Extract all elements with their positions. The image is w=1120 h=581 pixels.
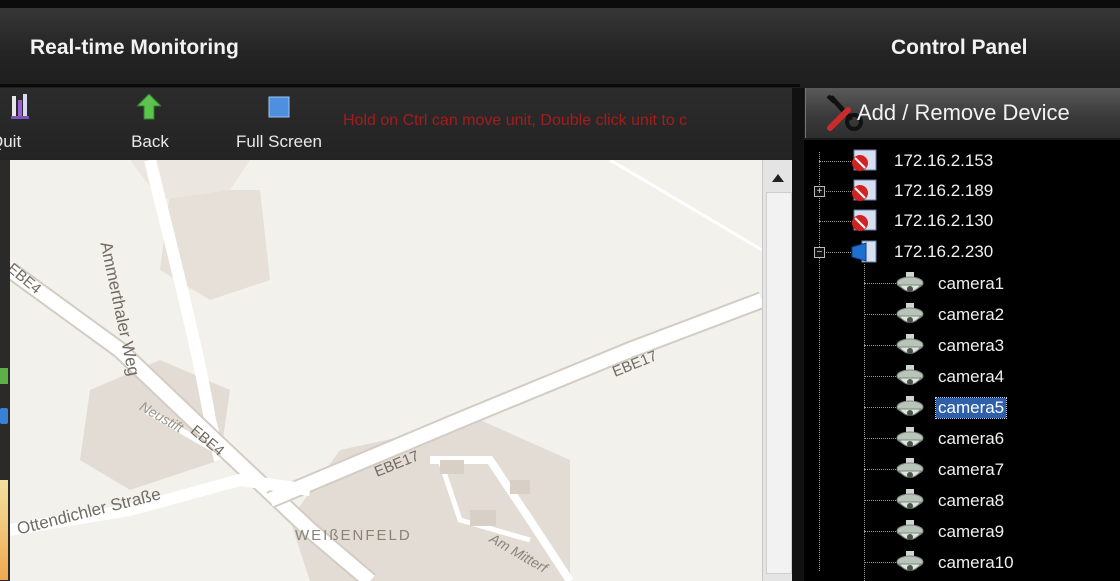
camera-node-camera8[interactable]: camera8 xyxy=(892,488,1112,514)
camera-node-camera2[interactable]: camera2 xyxy=(892,302,1112,328)
scroll-up-arrow-icon[interactable] xyxy=(772,174,784,182)
camera-label: camera3 xyxy=(938,336,1005,355)
device-online-icon xyxy=(851,240,877,263)
device-node-172-16-2-230[interactable]: 172.16.2.230 xyxy=(848,239,1108,265)
dome-camera-icon xyxy=(896,396,924,416)
camera-label: camera8 xyxy=(938,491,1005,510)
camera-node-camera10[interactable]: camera10 xyxy=(892,550,1112,576)
add-remove-device-button[interactable]: Add / Remove Device xyxy=(805,88,1120,138)
device-node-172-16-2-153[interactable]: 172.16.2.153 xyxy=(848,148,1108,174)
camera-label: camera5 xyxy=(934,397,1008,419)
device-ip-label: 172.16.2.153 xyxy=(894,151,994,170)
dome-camera-icon xyxy=(896,427,924,447)
camera-node-camera7[interactable]: camera7 xyxy=(892,457,1112,483)
device-node-172-16-2-189[interactable]: 172.16.2.189 xyxy=(848,178,1108,204)
camera-label: camera4 xyxy=(938,367,1005,386)
dome-camera-icon xyxy=(896,272,924,292)
device-offline-icon xyxy=(852,179,877,201)
camera-node-camera9[interactable]: camera9 xyxy=(892,519,1112,545)
dome-camera-icon xyxy=(896,334,924,354)
camera-node-camera4[interactable]: camera4 xyxy=(892,364,1112,390)
camera-node-camera3[interactable]: camera3 xyxy=(892,333,1112,359)
map-vertical-scrollbar[interactable] xyxy=(762,160,793,581)
panel-divider xyxy=(792,88,804,581)
dome-camera-icon xyxy=(896,551,924,571)
device-ip-label: 172.16.2.189 xyxy=(894,181,994,200)
camera-label: camera6 xyxy=(938,429,1005,448)
camera-label: camera10 xyxy=(938,553,1014,572)
device-ip-label: 172.16.2.130 xyxy=(894,211,994,230)
full-screen-label: Full Screen xyxy=(236,132,322,151)
hint-text: Hold on Ctrl can move unit, Double click… xyxy=(343,112,688,129)
camera-node-camera5[interactable]: camera5 xyxy=(892,395,1112,421)
camera-node-camera1[interactable]: camera1 xyxy=(892,271,1112,297)
full-screen-icon xyxy=(268,96,290,118)
map-left-strip xyxy=(0,160,10,581)
camera-label: camera1 xyxy=(938,274,1005,293)
quit-icon xyxy=(11,94,29,119)
camera-node-camera6[interactable]: camera6 xyxy=(892,426,1112,452)
map-label-weissenfeld: WEIßENFELD xyxy=(295,527,412,544)
control-panel-title: Control Panel xyxy=(891,36,1028,59)
dome-camera-icon xyxy=(896,303,924,323)
add-remove-device-label: Add / Remove Device xyxy=(857,100,1070,125)
dome-camera-icon xyxy=(896,458,924,478)
back-label: Back xyxy=(131,132,169,151)
camera-label: camera2 xyxy=(938,305,1005,324)
camera-label: camera9 xyxy=(938,522,1005,541)
device-ip-label: 172.16.2.230 xyxy=(894,242,994,261)
device-tree[interactable]: 172.16.2.153 + 172.16.2.189 172.16.2.130… xyxy=(804,140,1120,581)
quit-label: Quit xyxy=(0,132,22,151)
device-offline-icon xyxy=(852,149,877,171)
camera-label: camera7 xyxy=(938,460,1005,479)
back-arrow-icon xyxy=(137,94,161,120)
map-view[interactable]: Ammerthaler Weg EBE4 EBE4 EBE17 EBE17 Ne… xyxy=(10,160,762,581)
device-offline-icon xyxy=(852,209,877,231)
scrollbar-thumb[interactable] xyxy=(766,192,792,574)
quit-button[interactable]: Quit xyxy=(0,88,50,160)
dome-camera-icon xyxy=(896,489,924,509)
full-screen-button[interactable]: Full Screen xyxy=(220,88,338,160)
dome-camera-icon xyxy=(896,365,924,385)
collapse-minus-icon[interactable]: − xyxy=(814,247,825,258)
back-button[interactable]: Back xyxy=(120,88,180,160)
real-time-monitoring-title: Real-time Monitoring xyxy=(30,36,239,59)
expand-plus-icon[interactable]: + xyxy=(814,186,825,197)
dome-camera-icon xyxy=(896,520,924,540)
device-node-172-16-2-130[interactable]: 172.16.2.130 xyxy=(848,208,1108,234)
